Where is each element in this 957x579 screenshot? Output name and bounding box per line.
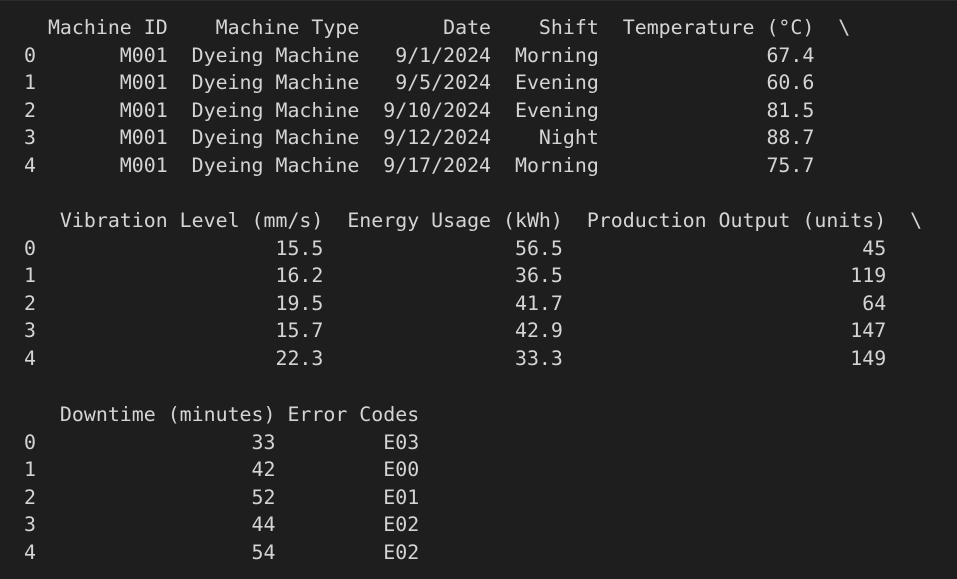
dataframe-block-2: Vibration Level (mm/s) Energy Usage (kWh… — [24, 207, 922, 373]
block-1-header: Machine ID Machine Type Date Shift Tempe… — [24, 16, 851, 39]
block-2-row-1: 1 16.2 36.5 119 — [24, 264, 887, 288]
block-3-row-1: 1 42 E00 — [24, 458, 420, 482]
block-2-row-2: 2 19.5 41.7 64 — [24, 291, 887, 315]
block-1-row-1: 1 M001 Dyeing Machine 9/5/2024 Evening 6… — [24, 71, 815, 95]
block-1-row-4: 4 M001 Dyeing Machine 9/17/2024 Morning … — [24, 153, 815, 177]
block-2-row-3: 3 15.7 42.9 147 — [24, 319, 887, 343]
block-2-row-0: 0 15.5 56.5 45 — [24, 236, 887, 260]
block-3-header: Downtime (minutes) Error Codes — [24, 403, 420, 426]
block-1-row-0: 0 M001 Dyeing Machine 9/1/2024 Morning 6… — [24, 43, 815, 67]
block-3-row-0: 0 33 E03 — [24, 430, 420, 454]
block-2-header: Vibration Level (mm/s) Energy Usage (kWh… — [24, 209, 923, 232]
dataframe-block-1: Machine ID Machine Type Date Shift Tempe… — [24, 14, 850, 180]
dataframe-block-3: Downtime (minutes) Error Codes 0 33 E03 1 … — [24, 401, 419, 567]
block-1-row-2: 2 M001 Dyeing Machine 9/10/2024 Evening … — [24, 98, 815, 122]
block-3-row-4: 4 54 E02 — [24, 540, 420, 564]
block-3-row-2: 2 52 E01 — [24, 485, 420, 509]
block-2-row-4: 4 22.3 33.3 149 — [24, 346, 887, 370]
dataframe-output-panel: Machine ID Machine Type Date Shift Tempe… — [0, 0, 957, 579]
block-1-row-3: 3 M001 Dyeing Machine 9/12/2024 Night 88… — [24, 126, 815, 150]
block-3-row-3: 3 44 E02 — [24, 513, 420, 537]
